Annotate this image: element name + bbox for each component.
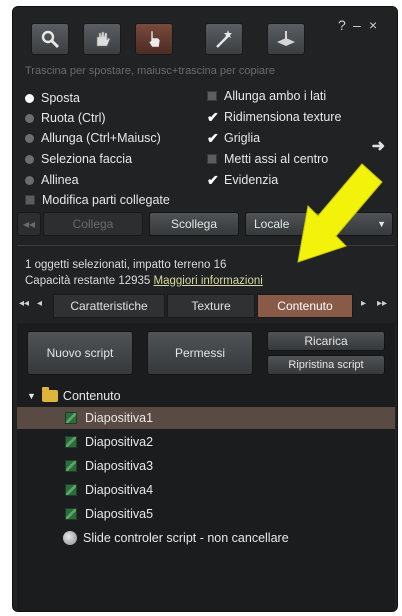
item-label: Diapositiva4 bbox=[85, 483, 154, 497]
snap-to-center-checkbox[interactable]: Metti assi al centro bbox=[207, 152, 328, 166]
chevron-down-icon: ▼ bbox=[377, 219, 386, 229]
folder-icon bbox=[41, 387, 58, 402]
expand-arrow-icon[interactable]: ▼ bbox=[27, 391, 36, 401]
item-label: Diapositiva3 bbox=[85, 459, 154, 473]
folder-label: Contenuto bbox=[62, 389, 121, 403]
tab-bar: ◂◂ ◂ Caratteristiche Texture Contenuto ▸… bbox=[13, 294, 397, 318]
radio-off-icon bbox=[25, 113, 34, 123]
option-label: Ruota (Ctrl) bbox=[41, 111, 106, 125]
list-item[interactable]: Slide controler script - non cancellare bbox=[17, 527, 395, 549]
option-move[interactable]: Sposta bbox=[25, 91, 80, 105]
new-script-button[interactable]: Nuovo script bbox=[27, 331, 133, 375]
stretch-both-sides-checkbox[interactable]: Allunga ambo i lati bbox=[207, 89, 326, 103]
radio-on-icon bbox=[25, 93, 34, 103]
option-align[interactable]: Allinea bbox=[25, 173, 79, 187]
option-label: Allunga (Ctrl+Maiusc) bbox=[41, 131, 161, 145]
item-label: Slide controler script - non cancellare bbox=[83, 531, 289, 545]
item-label: Diapositiva2 bbox=[85, 435, 154, 449]
option-label: Allinea bbox=[41, 173, 79, 187]
capacity-text: Capacità restante 12935 bbox=[25, 275, 151, 287]
option-select-face[interactable]: Seleziona faccia bbox=[25, 152, 132, 166]
list-item[interactable]: Diapositiva3 bbox=[17, 455, 395, 477]
script-icon bbox=[65, 412, 77, 424]
list-item[interactable]: Diapositiva5 bbox=[17, 503, 395, 525]
option-label: Seleziona faccia bbox=[41, 152, 133, 166]
tab-texture[interactable]: Texture bbox=[167, 294, 255, 318]
checkbox-icon bbox=[25, 195, 35, 205]
permissions-button[interactable]: Permessi bbox=[147, 331, 253, 375]
checkmark-icon: ✔ bbox=[207, 172, 219, 188]
script-icon bbox=[65, 508, 77, 520]
divider bbox=[17, 245, 395, 246]
option-label: Sposta bbox=[41, 91, 80, 105]
tab-features[interactable]: Caratteristiche bbox=[53, 294, 165, 318]
selection-status: 1 oggetti selezionati, impatto terreno 1… bbox=[25, 259, 227, 271]
checkbox-icon bbox=[207, 91, 217, 101]
checkmark-icon: ✔ bbox=[207, 109, 219, 125]
grid-checkbox[interactable]: ✔ Griglia bbox=[207, 131, 260, 145]
help-button[interactable]: ? bbox=[338, 17, 346, 33]
dropdown-value: Locale bbox=[254, 217, 290, 231]
create-tool-button[interactable] bbox=[205, 23, 243, 55]
item-label: Diapositiva5 bbox=[85, 507, 154, 521]
tool-toolbar: ? – × bbox=[13, 7, 397, 63]
magic-wand-icon bbox=[216, 30, 232, 48]
reset-scripts-button[interactable]: Ripristina script bbox=[267, 355, 385, 375]
list-item[interactable]: Diapositiva2 bbox=[17, 431, 395, 453]
option-rotate[interactable]: Ruota (Ctrl) bbox=[25, 111, 106, 125]
ruler-mode-dropdown[interactable]: Locale ▼ bbox=[245, 212, 393, 236]
radio-off-icon bbox=[25, 175, 34, 185]
capacity-status: Capacità restante 12935 Maggiori informa… bbox=[25, 275, 263, 287]
link-row: ◂◂ Collega Scollega Locale ▼ bbox=[13, 212, 397, 238]
tab-next-icon[interactable]: ▸ bbox=[361, 298, 366, 309]
hand-icon bbox=[96, 31, 111, 47]
close-button[interactable]: × bbox=[369, 17, 377, 33]
checkbox-label: Evidenzia bbox=[224, 173, 279, 187]
item-label: Diapositiva1 bbox=[85, 411, 154, 425]
tab-first-icon[interactable]: ◂◂ bbox=[19, 298, 29, 309]
highlight-checkbox[interactable]: ✔ Evidenzia bbox=[207, 173, 278, 187]
script-icon bbox=[65, 460, 77, 472]
script-icon bbox=[65, 484, 77, 496]
checkbox-label: Griglia bbox=[224, 131, 261, 145]
object-icon bbox=[63, 531, 77, 545]
checkmark-icon: ✔ bbox=[207, 130, 219, 146]
refresh-button[interactable]: Ricarica bbox=[267, 331, 385, 351]
tab-prev-icon[interactable]: ◂ bbox=[37, 298, 42, 309]
edit-tool-button[interactable] bbox=[135, 23, 173, 55]
tab-content[interactable]: Contenuto bbox=[257, 294, 353, 318]
script-icon bbox=[65, 436, 77, 448]
tab-last-icon[interactable]: ▸▸ bbox=[377, 298, 387, 309]
checkbox-label: Allunga ambo i lati bbox=[224, 89, 327, 103]
tree-root-folder[interactable]: ▼ Contenuto bbox=[27, 387, 121, 403]
plane-icon bbox=[277, 31, 295, 46]
list-item[interactable]: Diapositiva1 bbox=[17, 407, 395, 429]
checkbox-icon bbox=[207, 154, 217, 164]
option-stretch[interactable]: Allunga (Ctrl+Maiusc) bbox=[25, 131, 161, 145]
move-tool-button[interactable] bbox=[83, 23, 121, 55]
link-button[interactable]: Collega bbox=[43, 212, 143, 236]
checkbox-label: Modifica parti collegate bbox=[42, 193, 170, 207]
grid-options-arrow-icon[interactable]: ➜ bbox=[372, 136, 385, 156]
checkbox-label: Ridimensiona texture bbox=[224, 110, 342, 124]
more-info-link[interactable]: Maggiori informazioni bbox=[154, 275, 263, 287]
build-tools-floater: ? – × Trascina per spostare, maiusc+tras… bbox=[12, 6, 398, 612]
minimize-button[interactable]: – bbox=[353, 17, 361, 33]
unlink-button[interactable]: Scollega bbox=[149, 212, 239, 236]
edit-linked-checkbox[interactable]: Modifica parti collegate bbox=[25, 193, 170, 207]
list-item[interactable]: Diapositiva4 bbox=[17, 479, 395, 501]
focus-tool-button[interactable] bbox=[31, 23, 69, 55]
radio-off-icon bbox=[25, 154, 34, 164]
checkbox-label: Metti assi al centro bbox=[224, 152, 329, 166]
tool-hint: Trascina per spostare, maiusc+trascina p… bbox=[25, 65, 275, 77]
magnifier-icon bbox=[41, 30, 60, 49]
link-prev-icon: ◂◂ bbox=[17, 212, 41, 236]
pointing-hand-icon bbox=[148, 30, 161, 48]
land-tool-button[interactable] bbox=[267, 23, 305, 55]
stretch-textures-checkbox[interactable]: ✔ Ridimensiona texture bbox=[207, 110, 341, 124]
radio-off-icon bbox=[25, 133, 34, 143]
